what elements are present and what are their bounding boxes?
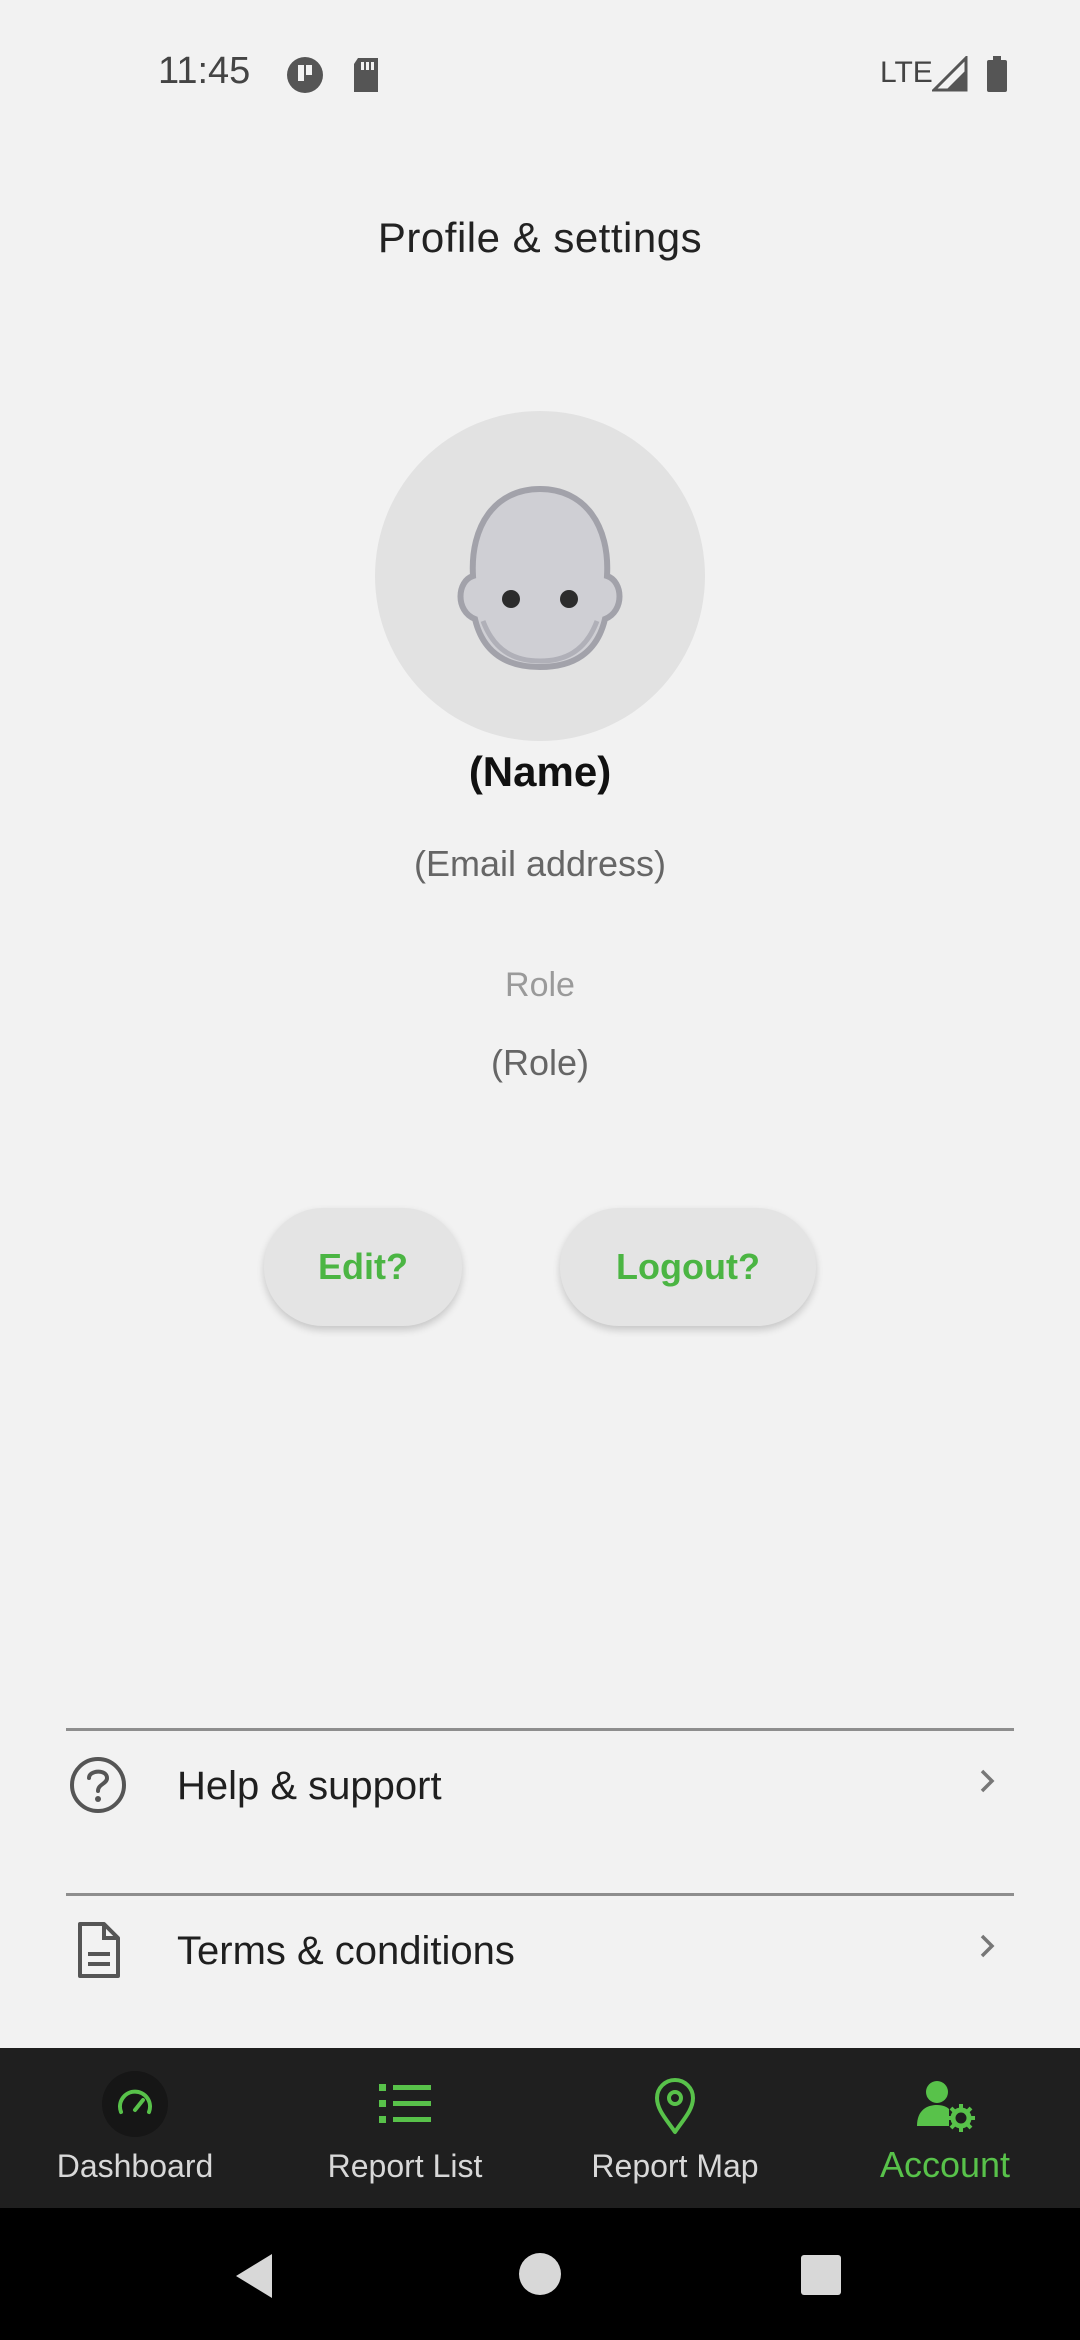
nav-label: Report List (327, 2148, 483, 2184)
nav-label: Account (879, 2144, 1011, 2185)
profile-email: (Email address) (413, 843, 667, 884)
nav-item-report-list[interactable]: Report List (270, 2048, 540, 2208)
network-type: LTE (880, 56, 933, 89)
chevron-right-icon (972, 1761, 1002, 1806)
sd-card-icon (350, 56, 382, 99)
role-label: Role (505, 966, 575, 1004)
default-avatar-icon (457, 485, 623, 671)
bottom-navigation: Dashboard Report List Report Map Account (0, 2048, 1080, 2208)
menu-item-help-support[interactable]: Help & support (66, 1731, 1014, 1841)
edit-button[interactable]: Edit? (264, 1208, 462, 1326)
help-circle-icon (66, 1753, 130, 1822)
notification-app-icon (286, 56, 324, 99)
menu-item-label: Terms & conditions (177, 1929, 515, 1973)
speedometer-icon (101, 2070, 169, 2143)
nav-label: Dashboard (56, 2148, 214, 2184)
nav-item-account[interactable]: Account (810, 2048, 1080, 2208)
user-gear-icon (911, 2070, 979, 2143)
status-bar: 11:45 LTE (0, 0, 1080, 150)
map-pin-icon (641, 2070, 709, 2143)
menu-item-label: Help & support (177, 1764, 442, 1808)
logout-button[interactable]: Logout? (560, 1208, 816, 1326)
status-time: 11:45 (158, 50, 251, 92)
avatar[interactable] (375, 411, 705, 741)
list-icon (371, 2070, 439, 2143)
home-icon[interactable] (518, 2252, 562, 2301)
system-navigation-bar (0, 2208, 1080, 2340)
signal-icon (930, 54, 968, 97)
nav-label: Report Map (591, 2148, 759, 2184)
chevron-right-icon (972, 1926, 1002, 1971)
battery-icon (986, 56, 1008, 97)
nav-item-report-map[interactable]: Report Map (540, 2048, 810, 2208)
profile-name: (Name) (468, 748, 612, 795)
document-icon (66, 1918, 130, 1987)
page-title: Profile & settings (377, 214, 703, 261)
back-icon[interactable] (232, 2252, 276, 2305)
recents-icon[interactable] (800, 2254, 842, 2301)
nav-item-dashboard[interactable]: Dashboard (0, 2048, 270, 2208)
role-value: (Role) (490, 1042, 589, 1083)
menu-item-terms-conditions[interactable]: Terms & conditions (66, 1896, 1014, 2006)
